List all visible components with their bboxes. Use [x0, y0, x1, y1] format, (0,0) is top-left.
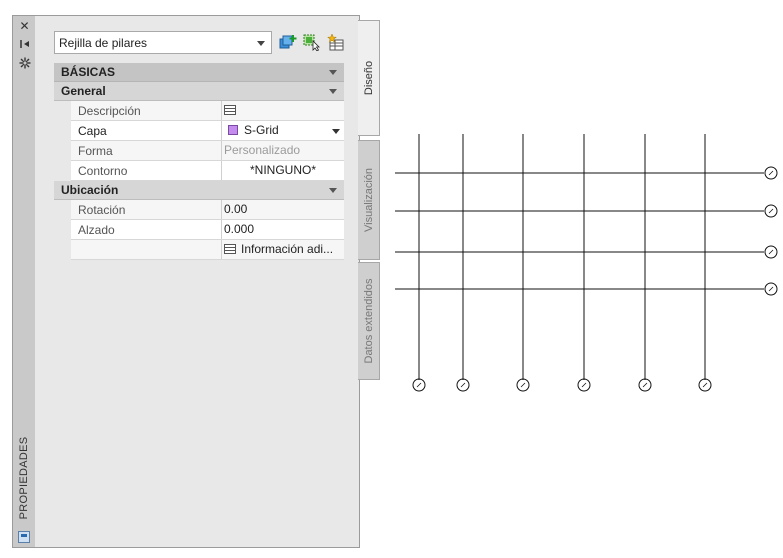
drawing-canvas[interactable]	[0, 0, 783, 558]
screen: ✕ PROPIEDADES Rejilla de pilares BÁSICAS…	[0, 0, 783, 558]
